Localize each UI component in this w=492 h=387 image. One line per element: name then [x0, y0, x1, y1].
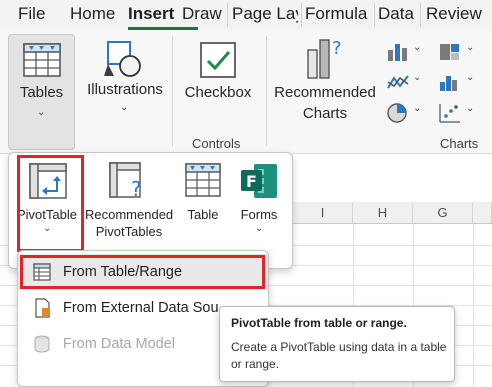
group-divider [266, 36, 267, 146]
tab-separator [301, 3, 302, 27]
ribbon-tab-bar: File Home Insert Draw Page Lay Formula D… [0, 0, 492, 30]
tab-review[interactable]: Review [426, 0, 484, 30]
recommended-pivottables-icon: ? [109, 162, 142, 200]
pie-chart-icon[interactable] [386, 102, 410, 124]
tab-page-layout[interactable]: Page Lay [232, 0, 298, 30]
tab-separator [374, 3, 375, 27]
forms-icon: F [241, 164, 277, 198]
svg-text:?: ? [131, 177, 142, 200]
table-icon [23, 43, 61, 77]
pivottable-highlight-box [17, 155, 84, 252]
line-chart-icon[interactable] [386, 72, 410, 92]
tab-file[interactable]: File [18, 0, 52, 30]
tables-button[interactable]: Tables ⌄ [8, 34, 75, 150]
chevron-down-icon: ⌄ [120, 102, 129, 113]
forms-button[interactable]: F Forms ⌄ [233, 157, 285, 261]
tab-separator [227, 3, 228, 27]
scatter-chart-icon[interactable] [438, 102, 462, 124]
svg-text:F: F [246, 172, 257, 191]
tab-draw[interactable]: Draw [182, 0, 228, 30]
recommended-pivottables-line2: PivotTables [95, 224, 163, 239]
chevron-down-icon[interactable]: ⌄ [466, 42, 474, 53]
tab-separator [420, 3, 421, 27]
recommended-charts-icon: ? [307, 38, 342, 79]
menu-item-label: From Data Model [63, 336, 176, 352]
tab-home[interactable]: Home [70, 0, 120, 30]
recommended-pivottables-button[interactable]: ? Recommended PivotTables [85, 157, 173, 261]
table-label: Table [187, 207, 219, 222]
chevron-down-icon[interactable]: ⌄ [466, 103, 474, 114]
tooltip: PivotTable from table or range. Create a… [219, 306, 455, 382]
controls-group-label: Controls [192, 136, 241, 151]
recommended-charts-button[interactable]: ? Recommended Charts [270, 34, 380, 134]
table-icon [185, 163, 221, 197]
chevron-down-icon[interactable]: ⌄ [413, 42, 421, 53]
recommended-charts-line2: Charts [302, 105, 348, 122]
illustrations-button[interactable]: Illustrations ⌄ [80, 34, 170, 134]
column-header-next[interactable] [473, 202, 492, 224]
checkbox-button[interactable]: Checkbox [180, 34, 256, 114]
external-data-icon [35, 298, 50, 318]
table-button[interactable]: Table [177, 157, 229, 261]
column-header-h[interactable]: H [353, 202, 413, 224]
checkbox-label: Checkbox [184, 84, 252, 101]
ribbon-insert: Tables ⌄ Illustrations ⌄ Checkbox Contro… [0, 30, 492, 154]
tooltip-body: Create a PivotTable using data in a tabl… [231, 340, 447, 371]
tab-data[interactable]: Data [378, 0, 420, 30]
illustrations-icon [104, 41, 141, 77]
charts-group-label: Charts [440, 136, 479, 151]
chevron-down-icon[interactable]: ⌄ [413, 72, 421, 83]
tab-formulas[interactable]: Formula [305, 0, 373, 30]
tables-label: Tables [19, 84, 64, 101]
chevron-down-icon[interactable]: ⌄ [466, 72, 474, 83]
column-chart-icon[interactable] [386, 42, 410, 62]
menu-item-label: From External Data Sou [63, 300, 219, 316]
group-divider [172, 36, 173, 146]
chevron-down-icon: ⌄ [37, 107, 46, 118]
hierarchy-chart-icon[interactable] [438, 42, 462, 62]
column-header-g[interactable]: G [413, 202, 473, 224]
data-model-icon [34, 335, 50, 353]
column-header-i[interactable]: I [293, 202, 353, 224]
statistic-chart-icon[interactable] [438, 72, 462, 92]
checkbox-icon [200, 42, 236, 78]
illustrations-label: Illustrations [87, 81, 163, 98]
svg-text:?: ? [332, 38, 342, 59]
recommended-pivottables-line1: Recommended [85, 207, 174, 222]
chevron-down-icon: ⌄ [255, 223, 264, 234]
forms-label: Forms [240, 207, 278, 222]
from-table-range-highlight-box [20, 255, 265, 289]
recommended-charts-line1: Recommended [274, 84, 376, 101]
tooltip-title: PivotTable from table or range. [231, 316, 407, 330]
chevron-down-icon[interactable]: ⌄ [413, 103, 421, 114]
